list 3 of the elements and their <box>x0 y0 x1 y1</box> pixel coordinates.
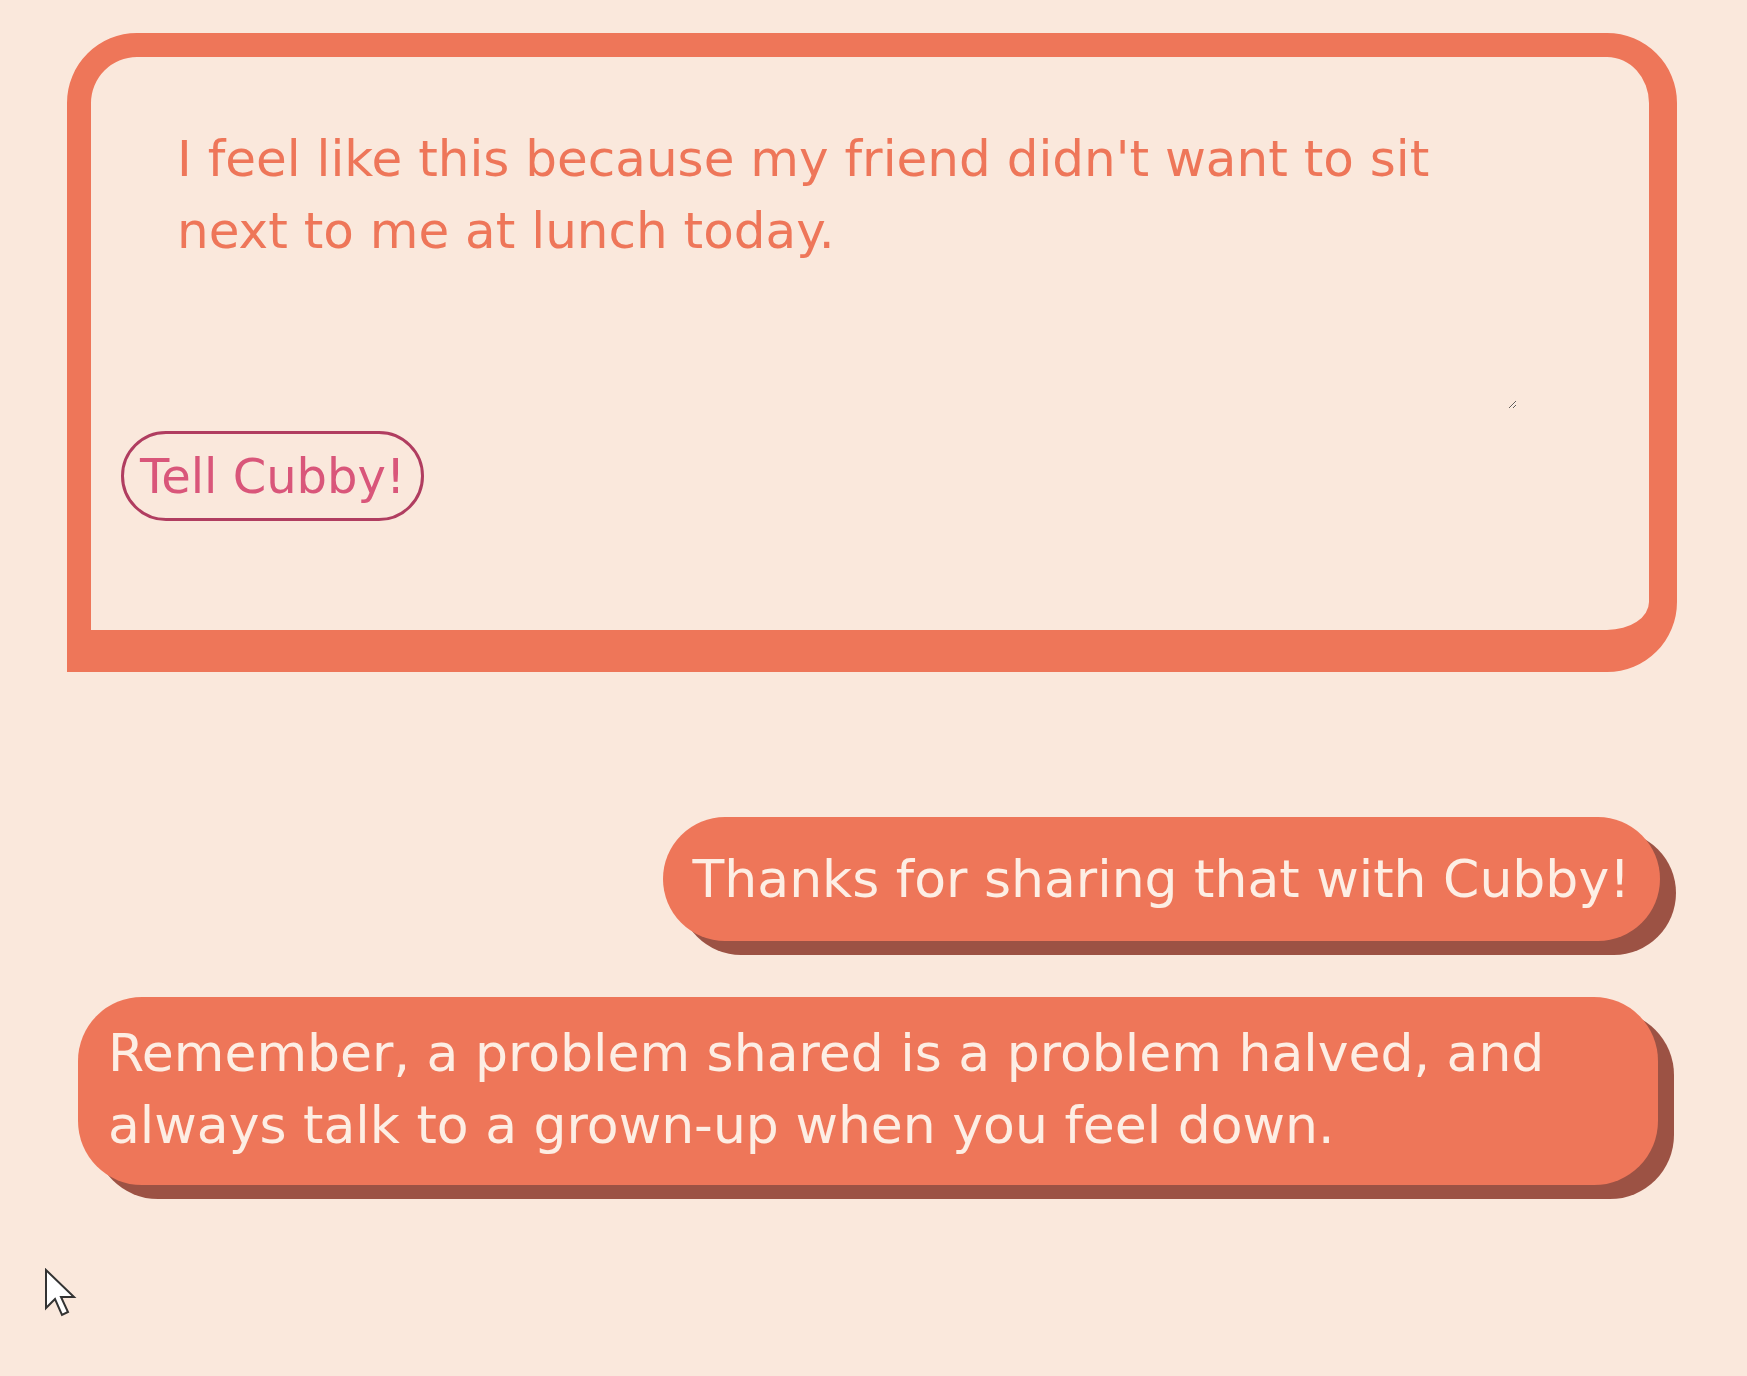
message-field[interactable]: I feel like this because my friend didn't want to sit next to me at lunch today. <box>157 107 1517 409</box>
tell-cubby-button[interactable]: Tell Cubby! <box>121 431 425 521</box>
mouse-pointer-icon <box>44 1268 78 1318</box>
